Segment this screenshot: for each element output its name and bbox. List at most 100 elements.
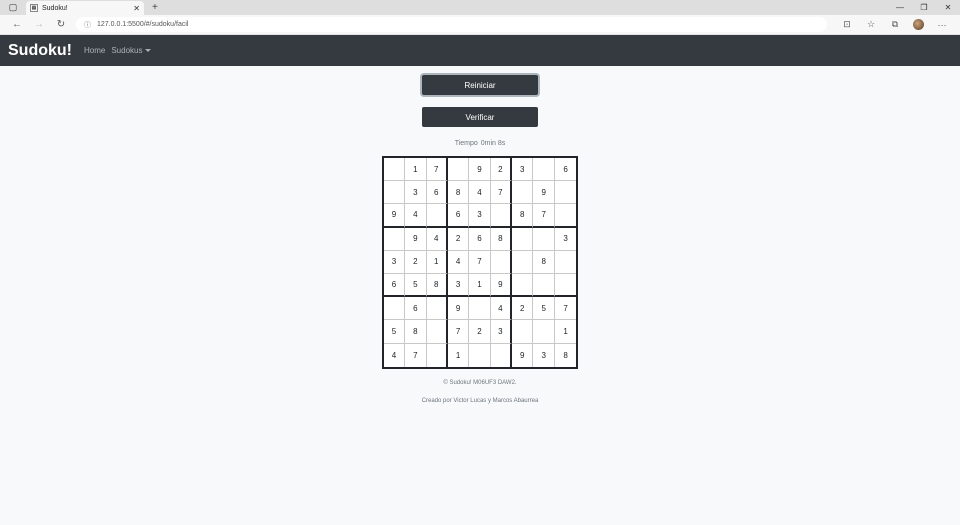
sudoku-cell[interactable] [447,158,470,182]
back-icon[interactable]: ← [6,19,28,30]
sudoku-cell[interactable]: 9 [405,227,427,251]
profile-avatar[interactable] [913,19,924,30]
sudoku-cell[interactable]: 7 [554,297,577,321]
sudoku-cell[interactable] [533,320,555,344]
sudoku-cell[interactable]: 3 [490,320,513,344]
sudoku-cell[interactable]: 3 [533,343,555,367]
sudoku-cell[interactable]: 7 [447,320,470,344]
sudoku-cell[interactable] [512,181,534,205]
sudoku-cell[interactable]: 2 [490,158,513,182]
sudoku-cell[interactable] [490,250,513,274]
sudoku-cell[interactable] [512,250,534,274]
sudoku-cell[interactable]: 3 [469,204,491,228]
sudoku-cell[interactable]: 6 [447,204,470,228]
sudoku-cell[interactable] [554,181,577,205]
sudoku-cell[interactable] [426,204,448,228]
sudoku-cell[interactable] [383,181,406,205]
nav-home-link[interactable]: Home [84,46,105,55]
sudoku-cell[interactable] [469,343,491,367]
sudoku-cell[interactable]: 8 [405,320,427,344]
sudoku-cell[interactable] [469,297,491,321]
sudoku-cell[interactable]: 2 [469,320,491,344]
sudoku-cell[interactable]: 1 [554,320,577,344]
sudoku-cell[interactable]: 4 [405,204,427,228]
sudoku-cell[interactable]: 9 [383,204,406,228]
site-info-icon[interactable]: ⓘ [84,20,91,30]
sudoku-cell[interactable]: 9 [533,181,555,205]
sudoku-cell[interactable]: 8 [426,273,448,298]
refresh-icon[interactable]: ↻ [50,19,72,30]
sudoku-cell[interactable]: 5 [533,297,555,321]
sudoku-cell[interactable]: 8 [490,227,513,251]
sudoku-cell[interactable] [490,204,513,228]
sudoku-cell[interactable] [383,227,406,251]
sudoku-cell[interactable] [426,320,448,344]
sudoku-cell[interactable] [491,343,513,367]
reader-view-icon[interactable]: ⊡ [835,19,859,30]
sudoku-cell[interactable]: 9 [469,158,491,182]
sudoku-cell[interactable]: 1 [448,343,470,367]
sudoku-cell[interactable]: 5 [383,320,406,344]
sudoku-cell[interactable] [554,204,577,228]
collections-icon[interactable]: ⧉ [883,19,907,30]
sudoku-cell[interactable] [533,227,555,251]
sudoku-cell[interactable]: 7 [469,250,491,274]
sudoku-cell[interactable] [512,227,534,251]
sudoku-cell[interactable] [554,251,577,274]
sudoku-cell[interactable] [533,158,555,182]
sudoku-cell[interactable]: 6 [554,158,577,182]
sudoku-cell[interactable] [383,158,406,182]
sudoku-cell[interactable]: 8 [447,181,470,205]
sudoku-cell[interactable] [533,273,555,298]
sudoku-cell[interactable]: 2 [512,297,534,321]
brand-logo[interactable]: Sudoku! [8,42,72,60]
sudoku-cell[interactable]: 5 [405,273,427,298]
sudoku-cell[interactable] [383,297,406,321]
sudoku-cell[interactable]: 3 [405,181,427,205]
sudoku-cell[interactable] [554,274,577,298]
sudoku-cell[interactable]: 1 [405,158,427,182]
sudoku-cell[interactable]: 6 [426,181,448,205]
sudoku-cell[interactable]: 8 [512,204,534,228]
tab-actions-icon[interactable]: ▢ [0,0,26,15]
sudoku-cell[interactable]: 9 [447,297,470,321]
sudoku-cell[interactable]: 4 [426,227,448,251]
verify-button[interactable]: Verificar [422,107,538,127]
sudoku-cell[interactable]: 2 [405,250,427,274]
close-window-icon[interactable]: ✕ [936,0,960,15]
sudoku-cell[interactable]: 6 [405,297,427,321]
sudoku-cell[interactable]: 4 [384,343,406,367]
sudoku-cell[interactable]: 3 [383,250,406,274]
new-tab-icon[interactable]: + [152,1,158,15]
sudoku-cell[interactable]: 9 [512,343,534,367]
sudoku-cell[interactable]: 7 [426,158,448,182]
minimize-icon[interactable]: — [888,0,912,15]
sudoku-cell[interactable]: 7 [405,343,427,367]
favorites-icon[interactable]: ☆ [859,19,883,30]
sudoku-cell[interactable]: 4 [469,181,491,205]
sudoku-cell[interactable]: 1 [426,250,448,274]
sudoku-cell[interactable]: 6 [469,227,491,251]
sudoku-cell[interactable]: 3 [512,158,534,182]
sudoku-cell[interactable]: 4 [447,250,470,274]
nav-sudokus-dropdown[interactable]: Sudokus [111,46,152,55]
restart-button[interactable]: Reiniciar [422,75,538,95]
sudoku-cell[interactable]: 4 [490,297,513,321]
sudoku-cell[interactable]: 6 [383,273,406,298]
forward-icon[interactable]: → [28,19,50,30]
sudoku-cell[interactable]: 3 [447,273,470,298]
sudoku-cell[interactable]: 8 [533,250,555,274]
sudoku-cell[interactable]: 1 [469,273,491,298]
sudoku-cell[interactable]: 2 [447,227,470,251]
restore-icon[interactable]: ❐ [912,0,936,15]
more-menu-icon[interactable]: ··· [930,20,954,30]
sudoku-cell[interactable]: 7 [490,181,513,205]
close-tab-icon[interactable]: ✕ [133,4,140,13]
sudoku-cell[interactable] [512,273,534,298]
sudoku-cell[interactable]: 8 [555,344,576,367]
sudoku-cell[interactable] [512,320,534,344]
sudoku-cell[interactable]: 7 [533,204,555,228]
url-input[interactable]: ⓘ 127.0.0.1:5500/#/sudoku/facil [76,17,827,32]
sudoku-cell[interactable] [427,343,448,367]
sudoku-cell[interactable]: 3 [554,228,577,251]
